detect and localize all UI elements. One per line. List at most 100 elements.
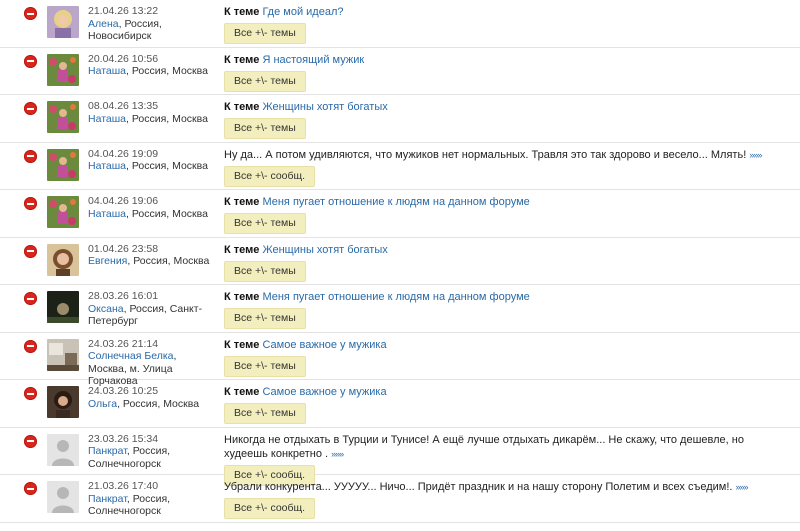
post-content: К теме Самое важное у мужика Все +\- темы bbox=[224, 385, 790, 424]
feed-row: 24.03.26 10:25 Ольга, Россия, Москва К тем… bbox=[0, 380, 800, 428]
avatar[interactable] bbox=[47, 196, 79, 228]
topic-label: К теме bbox=[224, 338, 260, 351]
post-meta: 28.03.26 16:01 Оксана, Россия, Санкт-Пете… bbox=[88, 290, 216, 328]
delete-icon[interactable] bbox=[24, 387, 37, 400]
message-text: Ну да... А потом удивляются, что мужиков… bbox=[224, 148, 747, 161]
post-date: 21.03.26 17:40 bbox=[88, 480, 159, 492]
post-meta: 08.04.26 13:35 Наташа, Россия, Москва bbox=[88, 100, 216, 125]
delete-icon[interactable] bbox=[24, 54, 37, 68]
user-name-link[interactable]: Солнечная Белка bbox=[88, 350, 174, 362]
feed-row: 08.04.26 13:35 Наташа, Россия, Москва К те… bbox=[0, 95, 800, 143]
all-topics-button[interactable]: Все +\- темы bbox=[224, 70, 306, 92]
topic-link[interactable]: Женщины хотят богатых bbox=[262, 244, 387, 256]
user-location: , Россия, Москва bbox=[126, 207, 208, 220]
user-line: Панкрат, Россия, Солнечногорск bbox=[88, 445, 216, 470]
post-content: К теме Самое важное у мужика Все +\- темы bbox=[224, 338, 790, 377]
topic-link[interactable]: Женщины хотят богатых bbox=[262, 101, 387, 113]
user-name-link[interactable]: Панкрат bbox=[88, 445, 127, 457]
avatar[interactable] bbox=[47, 6, 79, 38]
topic-link[interactable]: Самое важное у мужика bbox=[262, 386, 386, 398]
avatar[interactable] bbox=[47, 481, 79, 513]
user-name-link[interactable]: Панкрат bbox=[88, 493, 127, 505]
topic-link[interactable]: Меня пугает отношение к людям на данном … bbox=[262, 196, 529, 208]
feed-row: 28.03.26 16:01 Оксана, Россия, Санкт-Пете… bbox=[0, 285, 800, 333]
avatar[interactable] bbox=[47, 243, 79, 276]
user-line: Наташа, Россия, Москва bbox=[88, 65, 216, 78]
post-date: 04.04.26 19:09 bbox=[88, 147, 159, 160]
post-text-line: К теме Самое важное у мужика bbox=[224, 385, 790, 399]
post-meta: 01.04.26 23:58 Евгения, Россия, Москва bbox=[88, 243, 216, 268]
feed-row: 21.03.26 17:40 Панкрат, Россия, Солнечног… bbox=[0, 475, 800, 523]
user-name-link[interactable]: Наташа bbox=[88, 208, 126, 220]
user-location: , Россия, Москва bbox=[126, 112, 208, 125]
feed-row: 04.04.26 19:09 Наташа, Россия, Москва Ну д… bbox=[0, 143, 800, 190]
topic-link[interactable]: Самое важное у мужика bbox=[262, 339, 386, 351]
user-name-link[interactable]: Алена bbox=[88, 18, 119, 30]
all-topics-button[interactable]: Все +\- темы bbox=[224, 213, 306, 234]
more-link[interactable]: »»» bbox=[749, 150, 762, 160]
post-content: К теме Женщины хотят богатых Все +\- темы bbox=[224, 243, 790, 282]
post-text-line: Никогда не отдыхать в Турции и Тунисе! А… bbox=[224, 433, 790, 461]
topic-link[interactable]: Я настоящий мужик bbox=[262, 54, 364, 66]
avatar[interactable] bbox=[47, 433, 79, 466]
user-name-link[interactable]: Ольга bbox=[88, 398, 117, 410]
topic-link[interactable]: Где мой идеал? bbox=[262, 6, 343, 18]
post-text-line: К теме Я настоящий мужик bbox=[224, 53, 790, 67]
post-date: 28.03.26 16:01 bbox=[88, 290, 159, 302]
delete-icon[interactable] bbox=[24, 339, 37, 353]
post-meta: 24.03.26 10:25 Ольга, Россия, Москва bbox=[88, 385, 216, 410]
delete-icon[interactable] bbox=[24, 434, 37, 448]
feed-row: 01.04.26 23:58 Евгения, Россия, Москва К т… bbox=[0, 238, 800, 285]
avatar[interactable] bbox=[47, 101, 79, 133]
post-content: Убрали конкурента... УУУУУ... Ничо... Пр… bbox=[224, 480, 790, 519]
post-meta: 04.04.26 19:06 Наташа, Россия, Москва bbox=[88, 195, 216, 220]
user-line: Ольга, Россия, Москва bbox=[88, 398, 216, 411]
post-date: 20.04.26 10:56 bbox=[88, 52, 159, 65]
user-line: Наташа, Россия, Москва bbox=[88, 208, 216, 221]
topic-link[interactable]: Меня пугает отношение к людям на данном … bbox=[262, 291, 529, 303]
post-content: Ну да... А потом удивляются, что мужиков… bbox=[224, 148, 790, 187]
avatar[interactable] bbox=[47, 386, 79, 418]
user-line: Оксана, Россия, Санкт-Петербург bbox=[88, 303, 216, 328]
user-location: , Россия, Москва bbox=[127, 255, 210, 267]
all-messages-button[interactable]: Все +\- сообщ. bbox=[224, 498, 316, 519]
avatar[interactable] bbox=[47, 53, 79, 86]
all-messages-button[interactable]: Все +\- сообщ. bbox=[224, 165, 316, 187]
delete-icon[interactable] bbox=[24, 244, 37, 258]
post-content: К теме Меня пугает отношение к людям на … bbox=[224, 195, 790, 234]
all-topics-button[interactable]: Все +\- темы bbox=[224, 355, 306, 377]
user-name-link[interactable]: Наташа bbox=[88, 65, 126, 77]
avatar[interactable] bbox=[47, 148, 79, 181]
avatar[interactable] bbox=[47, 338, 79, 371]
more-link[interactable]: »»» bbox=[736, 482, 749, 492]
post-text-line: К теме Женщины хотят богатых bbox=[224, 100, 790, 114]
post-text-line: К теме Самое важное у мужика bbox=[224, 338, 790, 352]
all-topics-button[interactable]: Все +\- темы bbox=[224, 308, 306, 329]
delete-icon[interactable] bbox=[24, 197, 37, 210]
delete-icon[interactable] bbox=[24, 7, 37, 20]
user-name-link[interactable]: Наташа bbox=[88, 160, 126, 172]
all-topics-button[interactable]: Все +\- темы bbox=[224, 403, 306, 424]
user-name-link[interactable]: Оксана bbox=[88, 303, 124, 315]
all-topics-button[interactable]: Все +\- темы bbox=[224, 23, 306, 44]
post-date: 08.04.26 13:35 bbox=[88, 100, 159, 112]
feed-row: 20.04.26 10:56 Наташа, Россия, Москва К те… bbox=[0, 48, 800, 95]
all-topics-button[interactable]: Все +\- темы bbox=[224, 260, 306, 282]
delete-icon[interactable] bbox=[24, 102, 37, 115]
user-name-link[interactable]: Наташа bbox=[88, 113, 126, 125]
post-text-line: К теме Меня пугает отношение к людям на … bbox=[224, 195, 790, 209]
user-location: , Россия, Москва bbox=[126, 65, 208, 77]
user-line: Панкрат, Россия, Солнечногорск bbox=[88, 493, 216, 518]
delete-icon[interactable] bbox=[24, 482, 37, 495]
user-location: , Россия, Москва bbox=[117, 397, 200, 410]
delete-icon[interactable] bbox=[24, 292, 37, 305]
all-topics-button[interactable]: Все +\- темы bbox=[224, 118, 306, 139]
avatar[interactable] bbox=[47, 291, 79, 323]
post-date: 04.04.26 19:06 bbox=[88, 195, 159, 207]
delete-icon[interactable] bbox=[24, 149, 37, 163]
post-content: К теме Меня пугает отношение к людям на … bbox=[224, 290, 790, 329]
user-line: Алена, Россия, Новосибирск bbox=[88, 18, 216, 43]
more-link[interactable]: »»» bbox=[331, 449, 344, 459]
post-meta: 23.03.26 15:34 Панкрат, Россия, Солнечног… bbox=[88, 433, 216, 471]
user-name-link[interactable]: Евгения bbox=[88, 255, 127, 267]
